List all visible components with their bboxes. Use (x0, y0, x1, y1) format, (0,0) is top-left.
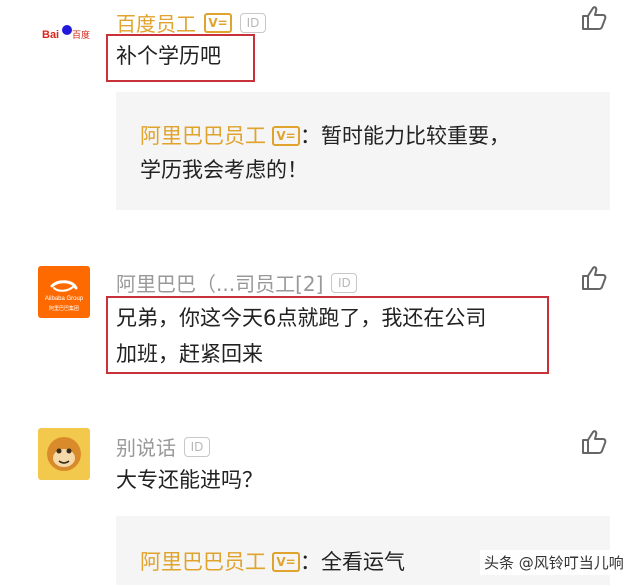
author-row: 别说话 ID (116, 432, 210, 461)
reply-author[interactable]: 阿里巴巴员工 (140, 118, 266, 154)
svg-text:Bai: Bai (42, 29, 59, 41)
reply-colon: ： (300, 550, 321, 574)
comment-line: 加班，赶紧回来 (116, 342, 263, 366)
id-badge: ID (331, 272, 358, 293)
avatar-alibaba[interactable]: Alibaba Group 阿里巴巴集团 (38, 266, 90, 318)
thumbs-up-icon[interactable] (580, 428, 608, 456)
reply-colon: ： (300, 124, 321, 148)
comment-line: 补个学历吧 (116, 44, 221, 68)
reply-author[interactable]: 阿里巴巴员工 (140, 544, 266, 580)
author-name[interactable]: 别说话 (116, 432, 176, 461)
comment-text: 补个学历吧 (116, 38, 221, 74)
avatar-monkey[interactable] (38, 428, 90, 480)
author-name[interactable]: 百度员工 (116, 8, 196, 37)
reply-line-2: 学历我会考虑的！ (140, 158, 308, 182)
reply-line-1: 阿里巴巴员工 V= ： 暂时能力比较重要， (140, 118, 510, 154)
avatar-baidu[interactable]: Bai 百度 (38, 6, 90, 58)
verified-badge: V= (204, 12, 232, 33)
reply-line-1: 阿里巴巴员工 V= ： 全看运气 (140, 544, 405, 580)
reply-text: 暂时能力比较重要， (321, 124, 510, 148)
comment-text: 大专还能进吗？ (116, 462, 263, 498)
author-row: 阿里巴巴（...司员工[2] ID (116, 268, 358, 297)
reply-block[interactable]: 阿里巴巴员工 V= ： 暂时能力比较重要， 学历我会考虑的！ (116, 92, 610, 210)
id-badge: ID (240, 12, 266, 33)
comment-line: 大专还能进吗？ (116, 468, 263, 492)
author-name[interactable]: 阿里巴巴（...司员工[2] (116, 268, 323, 297)
reply-text: 全看运气 (321, 550, 405, 574)
thumbs-up-icon[interactable] (580, 4, 608, 32)
monkey-face-icon (47, 437, 81, 471)
comment-line: 兄弟，你这今天6点就跑了，我还在公司 (116, 306, 487, 330)
verified-badge: V= (272, 126, 300, 146)
author-row: 百度员工 V= ID (116, 8, 266, 37)
id-badge: ID (184, 436, 210, 457)
svg-text:百度: 百度 (72, 29, 90, 41)
thumbs-up-icon[interactable] (580, 264, 608, 292)
verified-badge: V= (272, 552, 300, 572)
watermark: 头条 @风铃叮当儿响 (480, 550, 628, 575)
comment-text: 兄弟，你这今天6点就跑了，我还在公司 加班，赶紧回来 (116, 300, 486, 372)
avatar-caption: Alibaba Group (44, 296, 84, 302)
avatar-subcaption: 阿里巴巴集团 (48, 306, 79, 312)
